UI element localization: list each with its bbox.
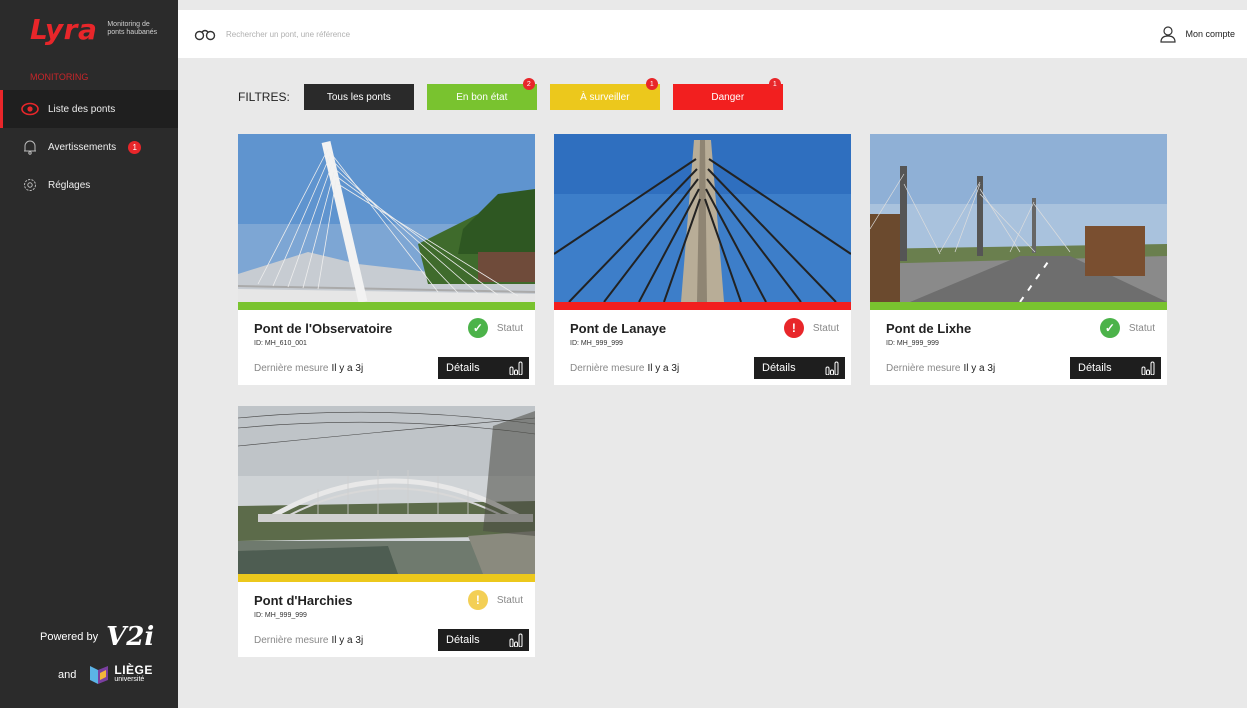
details-button[interactable]: Détails <box>1070 357 1161 379</box>
bridge-card[interactable]: Pont de Lixhe ID: MH_999_999 ✓ Statut De… <box>870 134 1167 385</box>
bridge-name: Pont d'Harchies <box>254 593 353 608</box>
filter-good-button[interactable]: En bon état 2 <box>426 78 537 110</box>
bar-chart-icon <box>1141 361 1155 375</box>
bridge-card[interactable]: Pont de l'Observatoire ID: MH_610_001 ✓ … <box>238 134 535 385</box>
status-indicator: ! Statut <box>467 590 523 610</box>
sidebar-item-bridges[interactable]: Liste des ponts <box>0 90 178 128</box>
account-label: Mon compte <box>1185 29 1235 39</box>
filter-all-button[interactable]: Tous les ponts <box>303 84 414 110</box>
bar-chart-icon <box>509 361 523 375</box>
status-bar <box>870 302 1167 310</box>
bell-icon <box>20 137 40 157</box>
uliege-wordmark: LIÈGE université <box>114 663 153 685</box>
warning-icon: ! <box>467 590 488 610</box>
status-bar <box>238 302 535 310</box>
details-label: Détails <box>762 362 796 374</box>
bridge-photo <box>870 134 1167 302</box>
sidebar: Lyra Monitoring de ponts haubanés MONITO… <box>0 0 178 708</box>
filter-bar: FILTRES: Tous les ponts En bon état 2 À … <box>238 78 796 110</box>
status-label: Statut <box>812 322 839 334</box>
details-label: Détails <box>446 362 480 374</box>
details-button[interactable]: Détails <box>438 357 529 379</box>
sidebar-item-warnings[interactable]: Avertissements 1 <box>0 128 178 166</box>
uliege-credit: and LIÈGE université <box>58 664 153 686</box>
filter-label: Tous les ponts <box>326 91 391 103</box>
uliege-logo-mark <box>90 666 109 684</box>
last-measure: Dernière mesure Il y a 3j <box>886 363 995 374</box>
status-bar <box>238 574 535 582</box>
last-measure-value: Il y a 3j <box>963 363 996 374</box>
last-measure: Dernière mesure Il y a 3j <box>254 635 363 646</box>
alert-icon: ! <box>783 318 804 338</box>
last-measure-label: Dernière mesure <box>570 363 645 374</box>
last-measure-value: Il y a 3j <box>331 363 364 374</box>
filter-count-badge: 2 <box>522 78 535 90</box>
uliege-name: LIÈGE <box>114 663 153 677</box>
sidebar-item-label: Liste des ponts <box>48 103 116 115</box>
powered-by-label: Powered by <box>40 631 99 643</box>
v2i-logo: V2i <box>106 622 155 652</box>
search-input[interactable] <box>226 29 526 39</box>
details-button[interactable]: Détails <box>438 629 529 651</box>
details-label: Détails <box>1078 362 1112 374</box>
status-label: Statut <box>1128 322 1155 334</box>
details-button[interactable]: Détails <box>754 357 845 379</box>
last-measure-value: Il y a 3j <box>647 363 680 374</box>
filter-label: À surveiller <box>580 91 630 103</box>
account-menu[interactable]: Mon compte <box>1159 25 1235 43</box>
filter-label: En bon état <box>456 91 508 103</box>
bridge-photo <box>238 134 535 302</box>
bridge-id: ID: MH_999_999 <box>254 612 307 619</box>
eye-icon <box>20 99 40 119</box>
last-measure-label: Dernière mesure <box>254 363 329 374</box>
filters-label: FILTRES: <box>238 90 290 104</box>
check-icon: ✓ <box>467 318 488 338</box>
bar-chart-icon <box>825 361 839 375</box>
bridge-name: Pont de Lixhe <box>886 321 972 336</box>
brand-tagline: Monitoring de ponts haubanés <box>107 21 158 36</box>
warning-count-badge: 1 <box>128 140 142 154</box>
gear-icon <box>20 175 40 195</box>
bar-chart-icon <box>509 633 523 647</box>
status-indicator: ! Statut <box>783 318 839 338</box>
last-measure-label: Dernière mesure <box>254 635 329 646</box>
and-label: and <box>58 669 77 681</box>
status-bar <box>554 302 851 310</box>
brand[interactable]: Lyra Monitoring de ponts haubanés <box>0 0 178 58</box>
bridge-card[interactable]: Pont de Lanaye ID: MH_999_999 ! Statut D… <box>554 134 851 385</box>
status-label: Statut <box>496 594 523 606</box>
status-indicator: ✓ Statut <box>1099 318 1155 338</box>
bridge-photo <box>238 406 535 574</box>
filter-count-badge: 1 <box>768 78 781 90</box>
bridge-name: Pont de l'Observatoire <box>254 321 393 336</box>
sidebar-item-label: Réglages <box>48 179 91 191</box>
brand-logo: Lyra <box>30 12 98 46</box>
user-icon <box>1160 26 1177 43</box>
sidebar-item-label: Avertissements <box>48 141 117 153</box>
bridge-id: ID: MH_999_999 <box>886 340 939 347</box>
check-icon: ✓ <box>1099 318 1120 338</box>
bridge-card[interactable]: Pont d'Harchies ID: MH_999_999 ! Statut … <box>238 406 535 657</box>
section-label: MONITORING <box>30 72 89 82</box>
last-measure-value: Il y a 3j <box>331 635 364 646</box>
filter-label: Danger <box>711 91 745 103</box>
status-label: Statut <box>496 322 523 334</box>
filter-count-badge: 1 <box>645 78 658 90</box>
details-label: Détails <box>446 634 480 646</box>
filter-watch-button[interactable]: À surveiller 1 <box>549 78 660 110</box>
filter-danger-button[interactable]: Danger 1 <box>672 78 783 110</box>
bridge-id: ID: MH_999_999 <box>570 340 623 347</box>
bridge-photo <box>554 134 851 302</box>
bridge-id: ID: MH_610_001 <box>254 340 307 347</box>
top-bar: Mon compte <box>178 10 1247 58</box>
last-measure-label: Dernière mesure <box>886 363 961 374</box>
sidebar-item-settings[interactable]: Réglages <box>0 166 178 204</box>
binoculars-icon[interactable] <box>194 27 216 41</box>
last-measure: Dernière mesure Il y a 3j <box>254 363 363 374</box>
bridge-name: Pont de Lanaye <box>570 321 667 336</box>
last-measure: Dernière mesure Il y a 3j <box>570 363 679 374</box>
powered-by: Powered by V2i <box>40 622 154 652</box>
status-indicator: ✓ Statut <box>467 318 523 338</box>
